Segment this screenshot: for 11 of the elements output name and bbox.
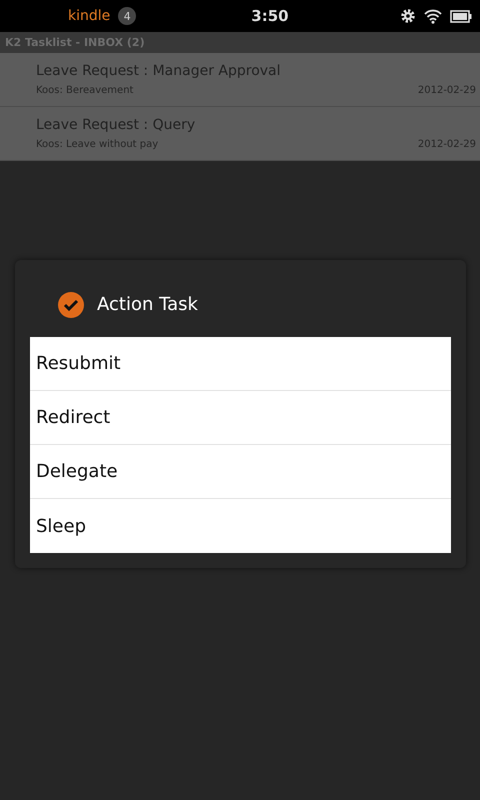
kindle-label: kindle xyxy=(68,8,110,24)
wifi-icon xyxy=(424,8,442,24)
clock: 3:50 xyxy=(251,7,289,25)
check-icon xyxy=(57,290,85,318)
settings-icon[interactable] xyxy=(400,8,416,24)
notification-count[interactable]: 4 xyxy=(118,7,136,25)
action-option[interactable]: Resubmit xyxy=(30,337,451,391)
task-title: Leave Request : Manager Approval xyxy=(36,63,282,79)
task-title: Leave Request : Query xyxy=(36,117,196,133)
battery-icon xyxy=(450,10,472,22)
dialog-title: Action Task xyxy=(97,294,198,315)
